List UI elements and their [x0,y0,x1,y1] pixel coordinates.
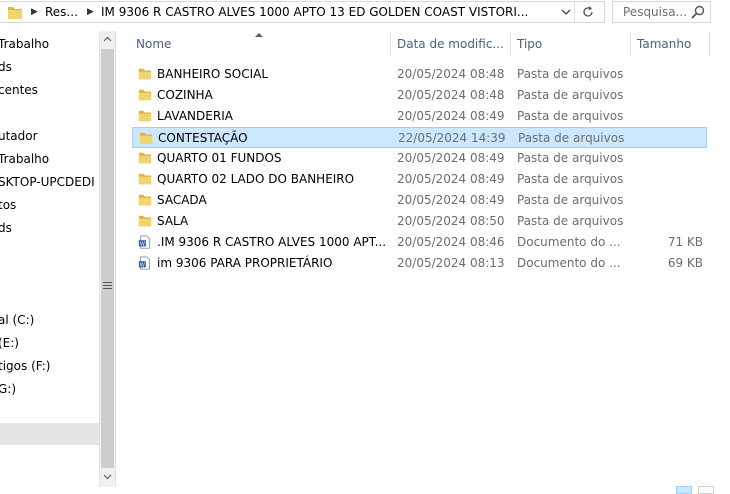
file-row[interactable]: CONTESTAÇÃO 22/05/2024 14:39 Pasta de arqu… [132,127,707,148]
file-name: SACADA [157,193,207,207]
nav-item[interactable]: centes [0,83,38,97]
file-row[interactable]: W .IM 9306 R CASTRO ALVES 1000 APT... 20/0… [132,232,707,253]
breadcrumb-parent[interactable]: Res... [45,5,78,19]
file-name: QUARTO 02 LADO DO BANHEIRO [157,172,355,186]
file-row[interactable]: BANHEIRO SOCIAL 20/05/2024 08:48 Pasta de … [132,64,707,85]
nav-item[interactable]: SKTOP-UPCDEDI [0,175,95,189]
column-header-size[interactable]: Tamanho [631,31,710,57]
divider [574,2,575,22]
view-mode-buttons [676,486,716,494]
folder-icon [8,7,22,19]
file-type: Pasta de arquivos [517,214,624,228]
nav-item-highlight[interactable] [0,423,99,445]
file-row[interactable]: QUARTO 02 LADO DO BANHEIRO 20/05/2024 08:… [132,169,707,190]
folder-icon [139,132,153,144]
file-name: COZINHA [157,88,213,102]
folder-icon [138,89,152,101]
folder-icon [138,194,152,206]
file-type: Pasta de arquivos [517,88,624,102]
file-type: Pasta de arquivos [517,151,624,165]
file-row[interactable]: Wim 9306 PARA PROPRIETÁRIO 20/05/2024 08:… [132,253,707,274]
scroll-down-arrow[interactable] [100,469,115,486]
large-icons-view-button[interactable] [698,486,714,494]
file-type: Pasta de arquivos [517,109,624,123]
file-row[interactable]: QUARTO 01 FUNDOS 20/05/2024 08:49 Pasta de… [132,148,707,169]
file-row[interactable]: SACADA 20/05/2024 08:49 Pasta de arquivos [132,190,707,211]
nav-item-drive[interactable]: G:) [0,382,16,396]
nav-item[interactable]: utador [0,129,38,143]
folder-icon [138,152,152,164]
navigation-pane: Trabalho ds centes utador Trabalho SKTOP… [0,31,99,491]
file-type: Pasta de arquivos [517,67,624,81]
file-date: 20/05/2024 08:48 [397,88,505,102]
file-name: CONTESTAÇÃO [158,131,248,145]
file-name: BANHEIRO SOCIAL [157,67,269,81]
folder-icon [138,173,152,185]
file-name: SALA [157,214,189,228]
folder-icon [138,215,152,227]
file-type: Pasta de arquivos [517,193,624,207]
svg-text:W: W [140,242,146,248]
search-icon[interactable] [690,4,706,20]
nav-item-drive[interactable]: (E:) [0,336,19,350]
file-date: 20/05/2024 08:13 [397,256,505,270]
file-date: 20/05/2024 08:49 [397,109,505,123]
grip-icon [103,282,112,289]
nav-item[interactable]: ds [0,60,12,74]
refresh-icon[interactable] [581,5,595,19]
file-row[interactable]: COZINHA 20/05/2024 08:48 Pasta de arquivos [132,85,707,106]
nav-item-drive[interactable]: tigos (F:) [0,359,50,373]
file-date: 20/05/2024 08:49 [397,193,505,207]
column-header-type[interactable]: Tipo [511,31,631,57]
column-header-date[interactable]: Data de modific... [391,31,511,57]
file-type: Documento do ... [517,256,621,270]
nav-item[interactable]: Trabalho [0,152,49,166]
search-placeholder: Pesquisa... [623,5,688,19]
svg-text:W: W [140,263,146,269]
file-name: QUARTO 01 FUNDOS [157,151,282,165]
chevron-down-icon[interactable] [561,8,571,16]
scroll-thumb[interactable] [101,49,114,468]
file-date: 22/05/2024 14:39 [398,131,506,145]
chevron-right-icon[interactable]: ▶ [87,7,94,17]
file-size: 71 KB [667,235,703,249]
nav-item-drive[interactable]: al (C:) [0,313,34,327]
file-list: Nome Data de modific... Tipo Tamanho BAN… [118,31,730,491]
file-size: 69 KB [667,256,703,270]
file-type: Pasta de arquivos [518,131,625,145]
file-date: 20/05/2024 08:49 [397,151,505,165]
word-doc-icon: W [138,235,150,249]
file-date: 20/05/2024 08:50 [397,214,505,228]
nav-item[interactable]: ds [0,221,12,235]
nav-scrollbar[interactable] [99,31,116,487]
breadcrumb-current[interactable]: IM 9306 R CASTRO ALVES 1000 APTO 13 ED G… [101,5,528,19]
word-doc-icon: W [138,256,150,270]
details-view-button[interactable] [676,486,692,494]
file-type: Documento do ... [517,235,621,249]
file-date: 20/05/2024 08:49 [397,172,505,186]
sort-up-icon [255,33,263,37]
file-name: .IM 9306 R CASTRO ALVES 1000 APT... [157,235,387,249]
folder-icon [138,68,152,80]
file-row[interactable]: LAVANDERIA 20/05/2024 08:49 Pasta de arqui… [132,106,707,127]
address-bar[interactable]: ▶ Res... ▶ IM 9306 R CASTRO ALVES 1000 A… [0,1,605,23]
address-toolbar: ▶ Res... ▶ IM 9306 R CASTRO ALVES 1000 A… [0,0,730,26]
nav-item[interactable]: Trabalho [0,37,49,51]
file-name: im 9306 PARA PROPRIETÁRIO [157,256,333,270]
chevron-right-icon[interactable]: ▶ [31,7,38,17]
file-type: Pasta de arquivos [517,172,624,186]
nav-item[interactable]: tos [0,198,16,212]
file-date: 20/05/2024 08:48 [397,67,505,81]
folder-icon [138,110,152,122]
scroll-up-arrow[interactable] [100,31,115,48]
file-name: LAVANDERIA [157,109,233,123]
file-date: 20/05/2024 08:46 [397,235,505,249]
file-row[interactable]: SALA 20/05/2024 08:50 Pasta de arquivos [132,211,707,232]
search-box[interactable]: Pesquisa... [612,1,711,23]
